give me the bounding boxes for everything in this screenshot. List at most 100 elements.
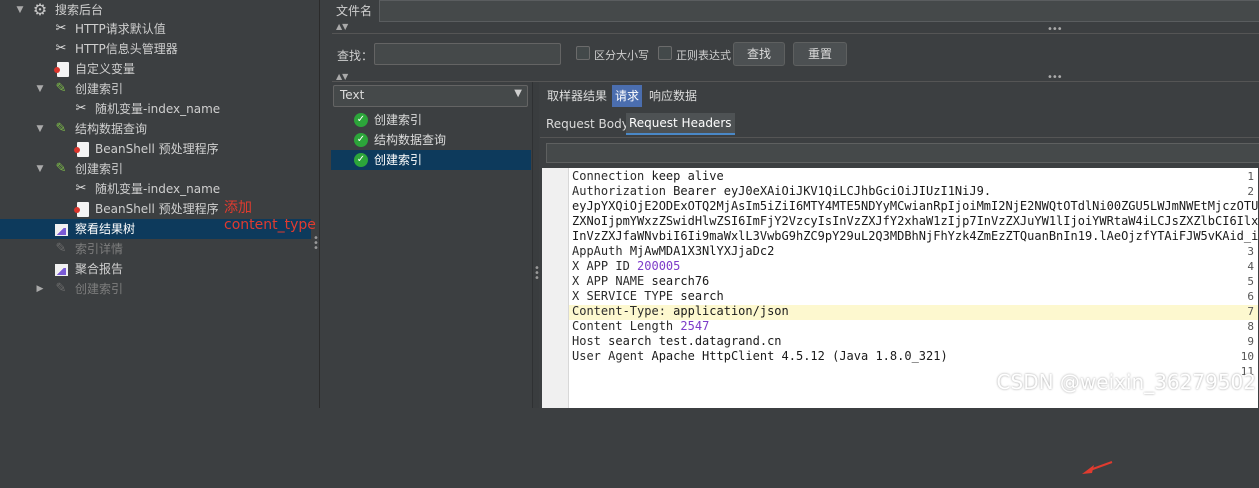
collapse-arrow-icon[interactable]: ▼ [34,79,46,99]
tab-response-data[interactable]: 响应数据 [646,85,700,107]
tree-item-create-index-2[interactable]: ▼ ✎ 创建索引 [0,159,311,179]
pen-icon: ✎ [55,241,67,256]
sample-item[interactable]: ✓ 结构数据查询 [331,130,531,150]
case-sensitive-checkbox[interactable] [576,46,590,60]
tree-item-label: 自定义变量 [75,62,136,76]
search-input[interactable] [374,43,561,65]
sample-results-list: ✓ 创建索引 ✓ 结构数据查询 ✓ 创建索引 [331,110,531,408]
sample-item-selected[interactable]: ✓ 创建索引 [331,150,531,170]
header-line: X APP NAME search76 [572,274,710,288]
tree-item-create-index-1[interactable]: ▼ ✎ 创建索引 [0,79,311,99]
tree-item-label: 创建索引 [75,282,124,296]
tree-item-random-variable-1[interactable]: ✂ 随机变量-index_name [0,99,311,119]
header-line: X SERVICE TYPE search [572,289,724,303]
header-line-content-type: Content-Type: application/json [572,304,789,318]
request-subtabs: Request Body Request Headers [540,110,1259,138]
collapse-toggle-icon[interactable]: ▲▼ [336,22,348,31]
tree-item-structured-query[interactable]: ▼ ✎ 结构数据查询 [0,119,311,139]
collapse-arrow-icon[interactable]: ▼ [34,119,46,139]
header-line: Host search test.datagrand.cn [572,334,782,348]
tree-item-label: 聚合报告 [75,262,124,276]
tree-item-label: 随机变量-index_name [95,182,221,196]
tree-item-header-manager[interactable]: ✂ HTTP信息头管理器 [0,39,311,59]
filename-field[interactable] [379,0,1259,22]
tree-item-search-backend[interactable]: ▼ ⚙ 搜索后台 [0,0,311,20]
tree-item-label: HTTP信息头管理器 [75,42,178,56]
divider [332,33,1259,34]
pen-icon: ✎ [55,121,67,136]
tree-item-label: 创建索引 [75,162,124,176]
reset-button[interactable]: 重置 [793,42,847,66]
collapse-arrow-icon[interactable]: ▼ [34,159,46,179]
line-number: 5 [1247,275,1254,288]
dropdown-arrow-icon: ▼ [514,88,522,99]
pen-icon: ✎ [55,281,67,296]
tree-item-label: 察看结果树 [75,222,136,236]
splitter-handle[interactable]: • • • [534,264,540,284]
tree-item-beanshell-1[interactable]: BeanShell 预处理程序 [0,139,311,159]
chart-icon [55,264,68,276]
tree-item-http-defaults[interactable]: ✂ HTTP请求默认值 [0,19,311,39]
regex-label: 正则表达式 [676,49,731,62]
tab-sampler-result[interactable]: 取样器结果 [544,85,610,107]
tree-item-label: 索引详情 [75,242,124,256]
tree-item-label: 随机变量-index_name [95,102,221,116]
tree-item-label: BeanShell 预处理程序 [95,202,219,216]
tree-item-label: 搜索后台 [55,3,104,17]
line-number: 9 [1247,335,1254,348]
tree-item-label: BeanShell 预处理程序 [95,142,219,156]
vertical-splitter[interactable] [532,82,539,408]
find-button[interactable]: 查找 [733,42,785,66]
renderer-select[interactable]: Text ▼ [333,85,528,107]
sample-label: 结构数据查询 [374,133,447,147]
header-line-wrap: eyJpYXQiOjE2ODExOTQ2MjAsIm5iZiI6MTY4MTE5… [572,199,1259,213]
pen-icon: ✎ [55,81,67,96]
tree-item-label: 结构数据查询 [75,122,148,136]
tree-item-user-variables[interactable]: 自定义变量 [0,59,311,79]
tools-icon: ✂ [55,21,67,36]
line-number: 4 [1247,260,1254,273]
sample-item[interactable]: ✓ 创建索引 [331,110,531,130]
header-line: User Agent Apache HttpClient 4.5.12 (Jav… [572,349,948,363]
search-label: 查找： [337,49,374,63]
header-line: Authorization Bearer eyJ0eXAiOiJKV1QiLCJ… [572,184,992,198]
divider [332,81,1259,82]
document-icon [74,142,89,157]
chart-icon [55,224,68,236]
watermark: CSDN @weixin_36279502 [996,370,1256,394]
line-number: 7 [1247,305,1254,318]
regex-checkbox[interactable] [658,46,672,60]
tab-request-body[interactable]: Request Body [543,113,632,135]
sample-label: 创建索引 [374,153,423,167]
header-line-wrap: InVzZXJfaWNvbiI6Ii9maWxlL3VwbG9hZC9pY29u… [572,229,1259,243]
tree-item-index-detail[interactable]: ✎ 索引详情 [0,239,311,259]
tab-request-headers[interactable]: Request Headers [626,113,735,135]
line-number-gutter [542,168,569,408]
test-plan-tree[interactable]: ▼ ⚙ 搜索后台 ✂ HTTP请求默认值 ✂ HTTP信息头管理器 自定义变量 … [0,0,316,408]
line-number: 2 [1247,185,1254,198]
tools-icon: ✂ [55,41,67,56]
success-shield-icon: ✓ [354,133,368,147]
line-number: 8 [1247,320,1254,333]
collapse-arrow-icon[interactable]: ▼ [14,0,26,20]
success-shield-icon: ✓ [354,153,368,167]
view-results-tree-panel: 文件名 ▲▼ ••• 查找： 区分大小写 正则表达式 查找 重置 ▲▼ ••• … [319,0,1259,474]
document-icon [74,202,89,217]
headers-toolbar-field[interactable] [546,143,1259,163]
tools-icon: ✂ [75,181,87,196]
renderer-value: Text [340,88,365,102]
collapse-toggle-icon[interactable]: ▲▼ [336,72,348,81]
tree-item-create-index-3[interactable]: ▶ ✎ 创建索引 [0,279,311,299]
tree-item-aggregate-report[interactable]: 聚合报告 [0,259,311,279]
gear-icon: ⚙ [32,0,48,19]
header-line: X APP ID 200005 [572,259,681,273]
tree-item-random-variable-2[interactable]: ✂ 随机变量-index_name [0,179,311,199]
header-line: Content Length 2547 [572,319,710,333]
filename-label: 文件名 [336,4,373,18]
annotation-text: 添加content_type [224,200,316,233]
line-number: 10 [1240,350,1254,363]
tree-item-label: 创建索引 [75,82,124,96]
tab-request[interactable]: 请求 [612,85,643,107]
line-number: 1 [1247,170,1254,183]
expand-arrow-icon[interactable]: ▶ [34,279,46,299]
